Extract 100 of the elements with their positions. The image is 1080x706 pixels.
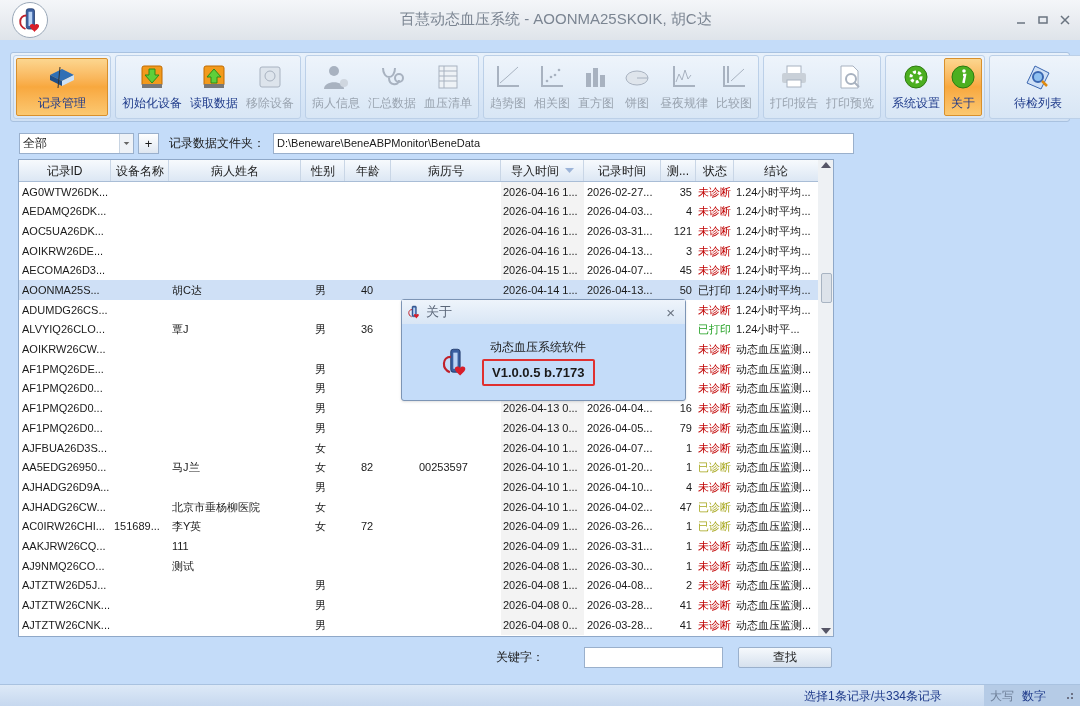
table-cell-text: AF1PMQ26DE...: [22, 361, 104, 377]
table-cell-text: 1.24小时平均...: [736, 283, 811, 299]
table-cell-text: 动态血压监测...: [736, 598, 812, 614]
toolbar-button[interactable]: 读取数据: [186, 58, 242, 116]
toolbar-button[interactable]: 待检列表: [992, 58, 1080, 116]
table-cell-text: 1: [685, 538, 692, 554]
selected-row[interactable]: AOONMA25S... 胡C达 男 40 2026-04-14 1... 2026-04-13... 50 已打印 1.24小时平均...: [19, 280, 818, 301]
table-cell-text: 121: [673, 223, 692, 239]
status-text: 未诊断: [698, 538, 731, 554]
table-cell-text: 2026-03-31...: [587, 223, 653, 239]
table-cell-text: 2026-04-14 1...: [503, 283, 578, 299]
table-cell-text: AA5EDG26950...: [22, 460, 107, 476]
status-text: 已诊断: [698, 519, 731, 535]
column-header[interactable]: 测...: [661, 160, 696, 181]
table-cell-text: 动态血压监测...: [736, 401, 812, 417]
table-cell-text: 动态血压监测...: [736, 617, 812, 633]
table-cell-text: 47: [679, 499, 692, 515]
search-button[interactable]: 查找: [738, 646, 832, 668]
table-cell-text: 2026-04-16 1...: [503, 204, 578, 220]
table-cell-text: 1.24小时平均...: [736, 263, 811, 279]
table-cell-text: AG0WTW26DK...: [22, 184, 109, 200]
toolbar-button[interactable]: 系统设置: [888, 58, 944, 116]
status-text: 未诊断: [698, 598, 731, 614]
scroll-down-icon[interactable]: [820, 628, 831, 634]
column-header[interactable]: 年龄: [345, 160, 391, 181]
table-cell-text: 1: [685, 558, 692, 574]
status-text: 未诊断: [698, 440, 731, 456]
status-text: 未诊断: [698, 578, 731, 594]
keyword-label: 关键字：: [496, 649, 544, 666]
toolbar-button[interactable]: 关于: [944, 58, 982, 116]
column-header[interactable]: 记录ID: [19, 160, 111, 181]
status-text: 未诊断: [698, 558, 731, 574]
table-cell-text: AECOMA26D3...: [22, 263, 106, 279]
table-cell-text: AF1PMQ26D0...: [22, 420, 103, 436]
close-icon[interactable]: [1060, 15, 1070, 25]
table-cell-text: AJTZTW26D5J...: [22, 578, 107, 594]
keyword-field[interactable]: [584, 646, 723, 668]
table-cell-text: 2026-04-08 0...: [503, 617, 578, 633]
status-text: 未诊断: [698, 361, 731, 377]
record-filter-dropdown[interactable]: 全部: [19, 132, 134, 154]
table-cell-text: 2026-01-20...: [587, 460, 653, 476]
table-cell-text: 动态血压监测...: [736, 519, 812, 535]
add-button[interactable]: +: [138, 132, 159, 154]
status-message: 选择1条记录/共334条记录: [804, 687, 944, 705]
table-cell-text: 动态血压监测...: [736, 538, 812, 554]
column-header[interactable]: 病人姓名: [169, 160, 301, 181]
table-cell-text: ALVYIQ26CLO...: [22, 322, 105, 338]
table-cell-text: 2026-03-31...: [587, 538, 653, 554]
table-cell-text: 2026-04-13...: [587, 243, 653, 259]
table-cell-text: AOIKRW26DE...: [22, 243, 104, 259]
scroll-up-icon[interactable]: [820, 162, 831, 168]
table-cell-text: 40: [361, 283, 374, 299]
toolbar-button[interactable]: 初始化设备: [118, 58, 186, 116]
table-cell-text: 2026-04-08 0...: [503, 598, 578, 614]
table-cell-text: 2026-04-13 0...: [503, 420, 578, 436]
table-cell-text: AJTZTW26CNK...: [22, 598, 110, 614]
table-cell-text: 36: [361, 322, 374, 338]
maximize-icon[interactable]: [1038, 15, 1048, 25]
table-cell-text: 覃J: [172, 322, 189, 338]
close-button[interactable]: ×: [666, 304, 675, 320]
table-cell-text: AEDAMQ26DK...: [22, 204, 107, 220]
table-cell-text: 2026-04-16 1...: [503, 184, 578, 200]
column-header[interactable]: 设备名称: [111, 160, 169, 181]
app-menu-button[interactable]: [12, 2, 48, 38]
table-cell-text: 2026-04-05...: [587, 420, 653, 436]
column-header[interactable]: 状态: [696, 160, 734, 181]
resize-grip-icon[interactable]: [1066, 691, 1074, 700]
column-header[interactable]: 导入时间: [501, 160, 584, 181]
table-cell-text: 2026-03-28...: [587, 617, 653, 633]
folder-path-field[interactable]: D:\Beneware\BeneABPMonitor\BeneData: [273, 132, 854, 154]
table-cell-text: 151689...: [114, 519, 160, 535]
column-header[interactable]: 病历号: [391, 160, 501, 181]
table-cell-text: 动态血压监测...: [736, 440, 812, 456]
table-cell-text: 男: [315, 420, 326, 436]
table-cell-text: 动态血压监测...: [736, 381, 812, 397]
table-cell-text: AJFBUA26D3S...: [22, 440, 107, 456]
table-cell-text: 男: [315, 578, 326, 594]
table-cell-text: 2026-04-16 1...: [503, 243, 578, 259]
info-icon: [948, 62, 978, 91]
column-header[interactable]: 记录时间: [584, 160, 661, 181]
status-text: 已打印: [698, 283, 731, 299]
table-cell-text: 2026-04-10...: [587, 479, 653, 495]
table-cell-text: 2026-04-08 1...: [503, 558, 578, 574]
status-text: 未诊断: [698, 479, 731, 495]
scroll-thumb[interactable]: [820, 273, 832, 303]
settings-icon: [901, 62, 931, 91]
column-header[interactable]: 性别: [301, 160, 345, 181]
table-cell-text: 动态血压监测...: [736, 499, 812, 515]
table-cell-text: AJHADG26D9A...: [22, 479, 110, 495]
table-cell-text: 动态血压监测...: [736, 479, 812, 495]
vertical-scrollbar[interactable]: [818, 159, 834, 637]
table-cell-text: AC0IRW26CHI...: [22, 519, 105, 535]
status-text: 已打印: [698, 322, 731, 338]
table-cell-text: 马J兰: [172, 460, 200, 476]
table-cell-text: 男: [315, 479, 326, 495]
table-cell-text: 动态血压监测...: [736, 558, 812, 574]
blood-pressure-icon: [406, 304, 422, 320]
status-text: 未诊断: [698, 401, 731, 417]
toolbar-button[interactable]: 记录管理: [16, 58, 108, 116]
table-cell-text: 女: [315, 519, 326, 535]
